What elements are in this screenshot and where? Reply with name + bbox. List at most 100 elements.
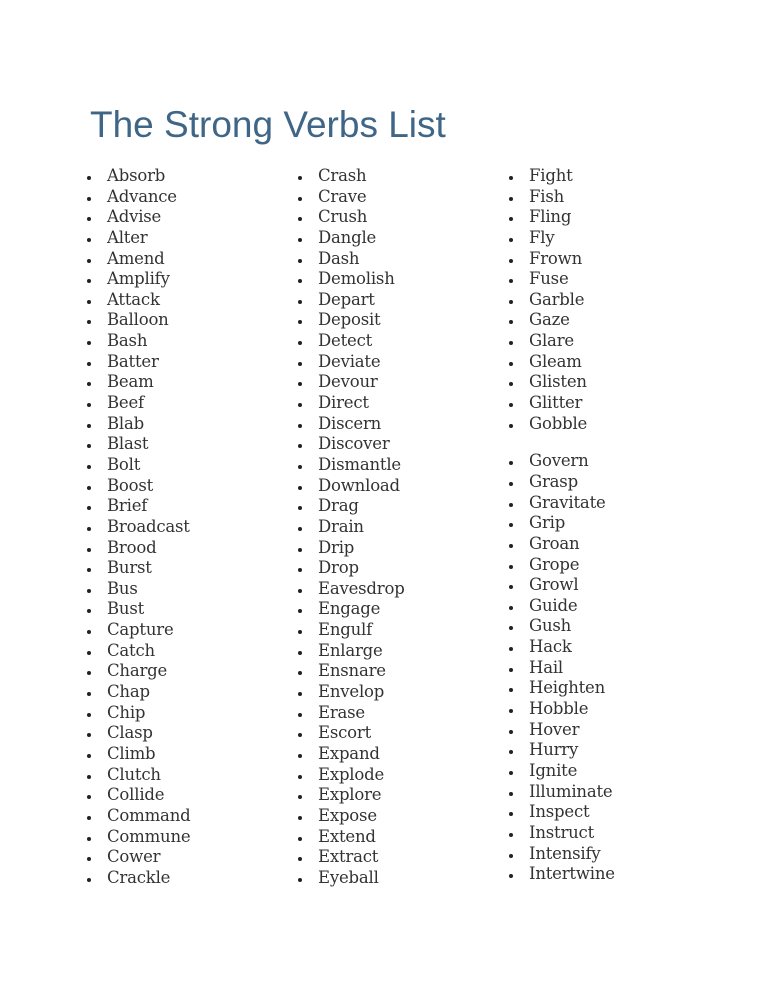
- verb-label: Attack: [107, 289, 160, 309]
- list-item: Fight: [509, 166, 615, 187]
- verb-label: Fuse: [529, 269, 569, 289]
- list-item: Absorb: [87, 166, 190, 187]
- list-item: Engulf: [298, 620, 405, 641]
- verb-label: Envelop: [318, 682, 385, 702]
- list-item: Gravitate: [509, 493, 615, 514]
- verb-label: Boost: [107, 475, 154, 495]
- list-item: Explode: [298, 765, 405, 786]
- page-title: The Strong Verbs List: [90, 104, 446, 145]
- list-item: Amplify: [87, 269, 190, 290]
- verb-label: Frown: [529, 248, 583, 268]
- verb-label: Crash: [318, 166, 367, 185]
- verb-label: Brood: [107, 537, 157, 557]
- verb-label: Enlarge: [318, 640, 383, 660]
- list-item: Hurry: [509, 740, 615, 761]
- verb-label: Absorb: [107, 166, 166, 185]
- list-item: Intensify: [509, 844, 615, 865]
- list-item: Drop: [298, 558, 405, 579]
- verb-label: Drain: [318, 516, 364, 536]
- verb-label: Gush: [529, 616, 572, 636]
- list-item: Instruct: [509, 823, 615, 844]
- verb-label: Chip: [107, 702, 146, 722]
- verb-label: Gobble: [529, 413, 588, 433]
- list-item: Dangle: [298, 228, 405, 249]
- verb-label: Expand: [318, 743, 380, 763]
- verb-label: Intertwine: [529, 864, 615, 884]
- list-item: Glare: [509, 331, 615, 352]
- list-item: Drip: [298, 538, 405, 559]
- list-item: Advance: [87, 187, 190, 208]
- list-item: Cower: [87, 847, 190, 868]
- list-item: Beef: [87, 393, 190, 414]
- verb-label: Alter: [107, 227, 148, 247]
- verb-label: Groan: [529, 533, 580, 553]
- verb-label: Guide: [529, 595, 578, 615]
- verb-label: Gravitate: [529, 492, 606, 512]
- verb-label: Devour: [318, 372, 378, 392]
- verb-label: Crush: [318, 207, 368, 227]
- list-item: Extract: [298, 847, 405, 868]
- verb-label: Burst: [107, 558, 152, 578]
- list-item: Engage: [298, 599, 405, 620]
- list-item: Crave: [298, 187, 405, 208]
- verb-label: Dangle: [318, 227, 377, 247]
- verb-label: Collide: [107, 785, 165, 805]
- list-item: Enlarge: [298, 641, 405, 662]
- list-item: Beam: [87, 372, 190, 393]
- list-item: Eavesdrop: [298, 579, 405, 600]
- list-item: Grasp: [509, 472, 615, 493]
- list-item: Attack: [87, 290, 190, 311]
- list-item: Brief: [87, 496, 190, 517]
- list-item: Glitter: [509, 393, 615, 414]
- verb-label: Fish: [529, 186, 565, 206]
- verb-label: Glitter: [529, 393, 583, 413]
- verb-label: Blab: [107, 413, 145, 433]
- list-item: Drag: [298, 496, 405, 517]
- list-item: Bolt: [87, 455, 190, 476]
- verb-label: Blast: [107, 434, 149, 454]
- verb-label: Commune: [107, 826, 191, 846]
- list-item: Gleam: [509, 352, 615, 373]
- verb-label: Explore: [318, 785, 382, 805]
- verb-label: Clutch: [107, 764, 161, 784]
- verb-label: Extend: [318, 826, 376, 846]
- list-item: Fish: [509, 187, 615, 208]
- verb-label: Clasp: [107, 723, 153, 743]
- verb-label: Dash: [318, 248, 360, 268]
- list-item: Govern: [509, 451, 615, 472]
- verb-label: Grasp: [529, 471, 578, 491]
- verb-label: Climb: [107, 743, 156, 763]
- verb-label: Direct: [318, 393, 369, 413]
- verb-label: Broadcast: [107, 516, 190, 536]
- list-item: Chip: [87, 703, 190, 724]
- verb-label: Grope: [529, 554, 580, 574]
- list-item: Glisten: [509, 372, 615, 393]
- verb-label: Cower: [107, 847, 161, 867]
- verb-label: Fling: [529, 207, 572, 227]
- verb-label: Crackle: [107, 867, 171, 887]
- verb-label: Expose: [318, 805, 377, 825]
- list-item: Fly: [509, 228, 615, 249]
- list-item: Clasp: [87, 723, 190, 744]
- list-item: Bus: [87, 579, 190, 600]
- list-item: Illuminate: [509, 782, 615, 803]
- list-item: Advise: [87, 207, 190, 228]
- list-item: Groan: [509, 534, 615, 555]
- verb-label: Amplify: [107, 269, 170, 289]
- list-item: Eyeball: [298, 868, 405, 889]
- list-item: Catch: [87, 641, 190, 662]
- list-item: Explore: [298, 785, 405, 806]
- verb-label: Beef: [107, 393, 144, 413]
- list-item: Ignite: [509, 761, 615, 782]
- list-item: Burst: [87, 558, 190, 579]
- list-item: Fuse: [509, 269, 615, 290]
- verb-label: Inspect: [529, 802, 590, 822]
- verb-label: Eavesdrop: [318, 578, 405, 598]
- verb-label: Eyeball: [318, 867, 379, 887]
- list-item: Crush: [298, 207, 405, 228]
- verb-label: Grip: [529, 513, 566, 533]
- list-item: Inspect: [509, 802, 615, 823]
- verb-label: Bash: [107, 331, 148, 351]
- list-item: Clutch: [87, 765, 190, 786]
- list-item: Alter: [87, 228, 190, 249]
